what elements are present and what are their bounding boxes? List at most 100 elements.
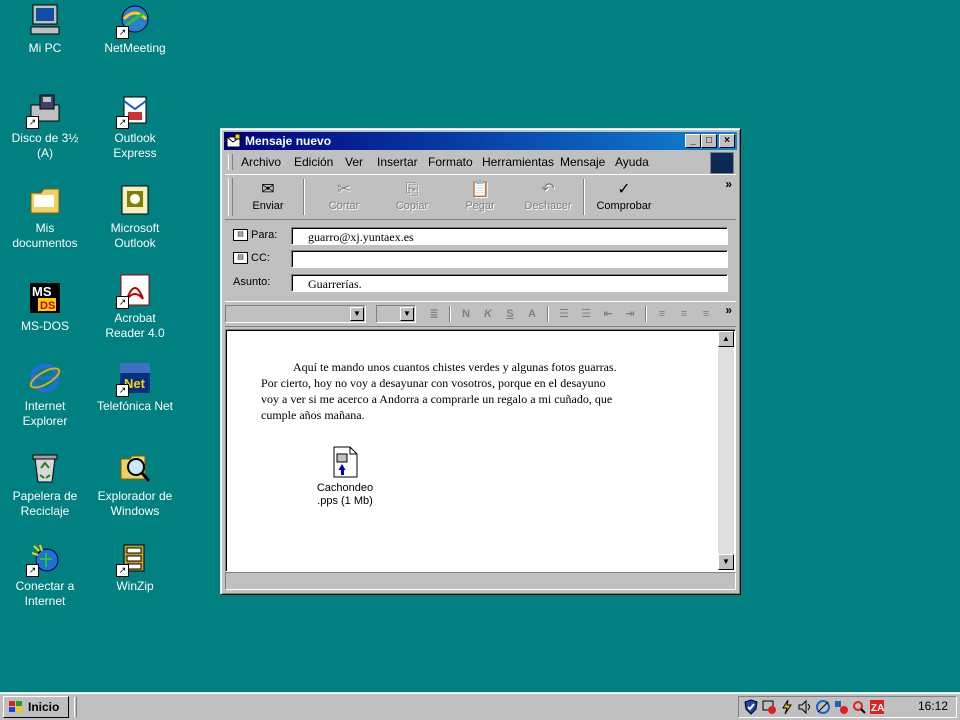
desktop-icon-outlook-express[interactable]: ↗ Outlook Express [91,93,179,161]
align-left-icon[interactable]: ≡ [653,306,671,322]
to-field[interactable]: guarro@xj.yuntaex.es [291,227,728,245]
toolbar-more-chevron[interactable]: » [725,177,732,191]
message-text[interactable]: Aquí te mando unos cuantos chistes verde… [261,359,626,423]
vertical-scrollbar[interactable]: ▲ ▼ [718,331,734,570]
desktop-icon-papelera[interactable]: Papelera de Reciclaje [1,451,89,519]
undo-button[interactable]: ↶ Deshacer [518,179,578,215]
cc-row: ▤ CC: [233,248,728,270]
search-icon[interactable] [851,699,867,715]
desktop-icon-label: Conectar a Internet [15,579,75,608]
toolbar-grip[interactable] [228,178,233,216]
window-titlebar[interactable]: Mensaje nuevo _ □ × [224,132,737,150]
power-icon[interactable] [779,699,795,715]
address-book-icon: ▤ [233,229,248,242]
align-right-icon[interactable]: ≡ [697,306,715,322]
ms-dos-icon: MS DS [28,281,62,315]
cut-button[interactable]: ✂ Cortar [314,179,374,215]
message-body[interactable]: Aquí te mando unos cuantos chistes verde… [225,329,736,572]
check-names-button[interactable]: ✓ Comprobar [591,179,657,215]
bulleted-list-icon[interactable]: ☰ [577,306,595,322]
toolbar-separator [583,179,585,215]
zonealarm-icon[interactable]: ZA [869,699,885,715]
start-button[interactable]: Inicio [3,696,69,718]
antivirus-shield-icon[interactable] [743,699,759,715]
network-icon[interactable] [815,699,831,715]
desktop-icon-acrobat[interactable]: ↗ Acrobat Reader 4.0 [91,273,179,341]
decrease-indent-icon[interactable]: ⇤ [599,306,617,322]
menu-herramientas[interactable]: Herramientas [482,155,554,169]
attachment-item[interactable]: Cachondeo .pps (1 Mb) [302,446,388,508]
scroll-up-arrow-icon[interactable]: ▲ [718,331,734,347]
send-label: Enviar [252,200,284,212]
menu-ver[interactable]: Ver [345,155,363,169]
align-center-icon[interactable]: ≡ [675,306,693,322]
svg-text:MS: MS [32,284,52,299]
send-button[interactable]: ✉ Enviar [238,179,298,215]
menu-mensaje[interactable]: Mensaje [560,155,605,169]
telefonica-logo [710,152,734,174]
copy-button[interactable]: ⎘ Copiar [382,179,442,215]
underline-icon[interactable]: S [501,306,519,322]
cc-label[interactable]: ▤ CC: [233,252,270,265]
maximize-button[interactable]: □ [701,134,717,148]
desktop-icon-telefonica-net[interactable]: Net ↗ Telefónica Net [91,361,179,414]
desktop-icon-floppy[interactable]: ↗ Disco de 3½ (A) [1,93,89,161]
menu-edicion[interactable]: Edición [294,155,333,169]
font-name-select[interactable]: ▼ [225,305,366,323]
to-row: ▤ Para: guarro@xj.yuntaex.es [233,225,728,247]
close-button[interactable]: × [719,134,735,148]
desktop-icon-winzip[interactable]: ↗ WinZip [91,541,179,594]
undo-label: Deshacer [524,200,572,212]
status-bar [225,572,736,590]
desktop-icon-netmeeting[interactable]: ↗ NetMeeting [91,3,179,56]
menu-archivo[interactable]: Archivo [241,155,281,169]
font-color-icon[interactable]: A [523,306,541,322]
desktop-icon-label: MS-DOS [21,319,69,333]
subject-field[interactable]: Guarrerías. [291,274,728,292]
recycle-bin-icon [28,451,62,485]
italic-icon[interactable]: K [479,306,497,322]
cc-field[interactable] [291,250,728,268]
desktop-icon-microsoft-outlook[interactable]: Microsoft Outlook [91,183,179,251]
telefonica-net-icon: Net ↗ [116,361,152,397]
menu-ayuda[interactable]: Ayuda [615,155,649,169]
desktop-icon-ms-dos[interactable]: MS DS MS-DOS [1,281,89,334]
to-label[interactable]: ▤ Para: [233,229,277,242]
dropdown-arrow-icon[interactable]: ▼ [400,307,414,321]
desktop-icon-explorador[interactable]: Explorador de Windows [91,451,179,519]
font-size-select[interactable]: ▼ [376,305,416,323]
copy-label: Copiar [395,200,429,212]
desktop-icon-internet-explorer[interactable]: Internet Explorer [1,361,89,429]
clock[interactable]: 16:12 [918,699,948,713]
increase-indent-icon[interactable]: ⇥ [621,306,639,322]
menubar-grip[interactable] [228,154,233,170]
desktop-icon-label: Explorador de Windows [97,489,173,518]
connection-icon[interactable] [833,699,849,715]
menu-formato[interactable]: Formato [428,155,473,169]
scheduler-icon[interactable] [761,699,777,715]
shortcut-arrow-icon: ↗ [116,116,129,129]
desktop-icon-conectar[interactable]: ↗ Conectar a Internet [1,541,89,609]
scroll-down-arrow-icon[interactable]: ▼ [718,554,734,570]
toolbar-separator [303,179,305,215]
dropdown-arrow-icon[interactable]: ▼ [350,307,364,321]
format-more-chevron[interactable]: » [725,303,732,317]
paragraph-style-icon[interactable]: ≣ [425,306,443,322]
bold-icon[interactable]: N [457,306,475,322]
paste-button[interactable]: 📋 Pegar [450,179,510,215]
undo-icon: ↶ [541,181,555,198]
message-paragraph: Aquí te mando unos cuantos chistes verde… [261,360,617,422]
desktop-icon-label: WinZip [116,579,154,593]
volume-icon[interactable] [797,699,813,715]
desktop-icon-mi-pc[interactable]: Mi PC [1,3,89,56]
folder-icon [28,183,62,217]
desktop-icon-mis-documentos[interactable]: Mis documentos [1,183,89,251]
quick-launch-grip[interactable] [74,697,77,717]
menu-insertar[interactable]: Insertar [377,155,418,169]
minimize-button[interactable]: _ [685,134,701,148]
numbered-list-icon[interactable]: ☰ [555,306,573,322]
check-names-icon: ✓ [617,181,631,198]
start-label: Inicio [28,700,60,714]
connect-internet-icon: ↗ [26,541,62,577]
floppy-drive-icon: ↗ [26,93,62,129]
